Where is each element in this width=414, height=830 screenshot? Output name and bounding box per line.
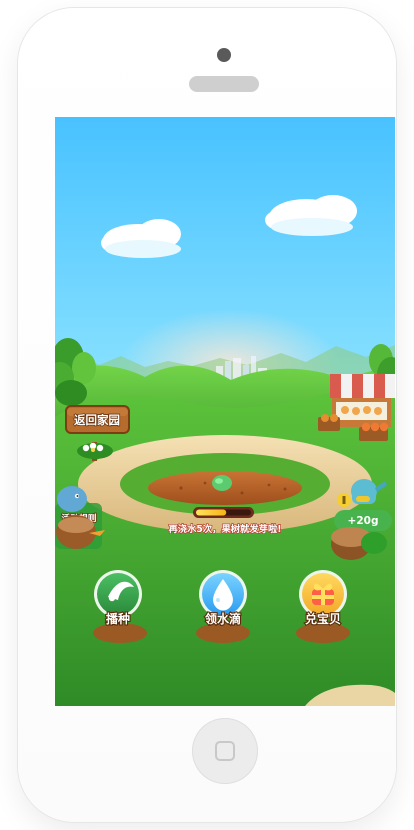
reward-value-label: +20g [348, 515, 379, 527]
sprout-seed [212, 475, 232, 491]
phone-frame: 再浇水5次，果树就发芽啦! 返回家园 活动规则 [18, 8, 396, 822]
back-home-label: 返回家园 [74, 413, 120, 427]
front-camera-icon [217, 48, 231, 62]
seed-action-label: 播种 [106, 611, 130, 626]
farm-scene: 再浇水5次，果树就发芽啦! 返回家园 活动规则 [55, 117, 395, 706]
game-screen: 再浇水5次，果树就发芽啦! 返回家园 活动规则 [55, 117, 395, 706]
watering-hint-text: 再浇水5次，果树就发芽啦! [169, 523, 282, 535]
redeem-gift-action-button[interactable]: 兑宝贝 [296, 570, 350, 643]
redeem-gift-action-label: 兑宝贝 [305, 611, 341, 626]
watering-progress-fill [196, 509, 227, 516]
home-button[interactable] [192, 718, 258, 784]
home-square-icon [215, 741, 235, 761]
collect-water-action-label: 领水滴 [205, 611, 241, 626]
speaker-grill [189, 76, 259, 92]
collect-water-action-button[interactable]: 领水滴 [196, 570, 250, 643]
watering-progress [193, 507, 254, 518]
